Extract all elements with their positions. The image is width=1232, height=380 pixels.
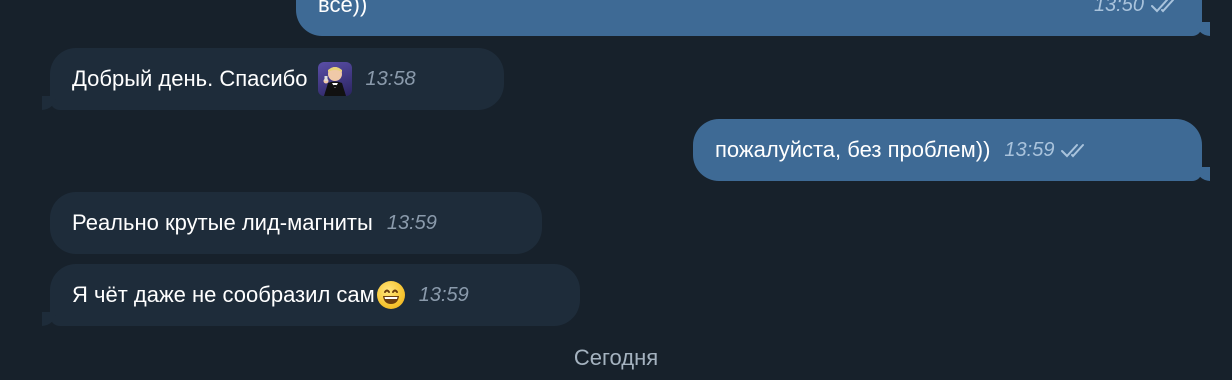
message-time: 13:50 (1093, 0, 1144, 16)
message-bubble-outgoing[interactable]: пожалуйста, без проблем)) 13:59 (693, 119, 1202, 181)
man-in-tuxedo-sticker-icon (317, 62, 352, 96)
message-text: все)) (318, 0, 368, 17)
date-divider: Сегодня (573, 345, 659, 370)
grinning-face-emoji-icon (376, 281, 405, 309)
message-time: 13:59 (1004, 138, 1055, 161)
message-text: Реально крутые лид-магниты (72, 210, 373, 235)
message-time: 13:58 (365, 67, 416, 90)
message-text: Я чёт даже не сообразил сам (72, 282, 375, 307)
message-text: Добрый день. Спасибо (72, 66, 308, 91)
message-bubble-outgoing[interactable]: все)) 13:50 (296, 0, 1202, 36)
message-bubble-incoming[interactable]: Я чёт даже не сообразил сам 13:59 (50, 264, 580, 326)
message-bubble-incoming[interactable]: Реально крутые лид-магниты 13:59 (50, 192, 542, 254)
message-bubble-incoming[interactable]: Добрый день. Спасибо 13:58 (50, 48, 504, 110)
double-check-icon (1061, 144, 1085, 158)
message-time: 13:59 (386, 211, 437, 234)
message-time: 13:59 (418, 283, 469, 306)
double-check-icon (1151, 0, 1174, 13)
message-text: пожалуйста, без проблем)) (715, 137, 991, 162)
